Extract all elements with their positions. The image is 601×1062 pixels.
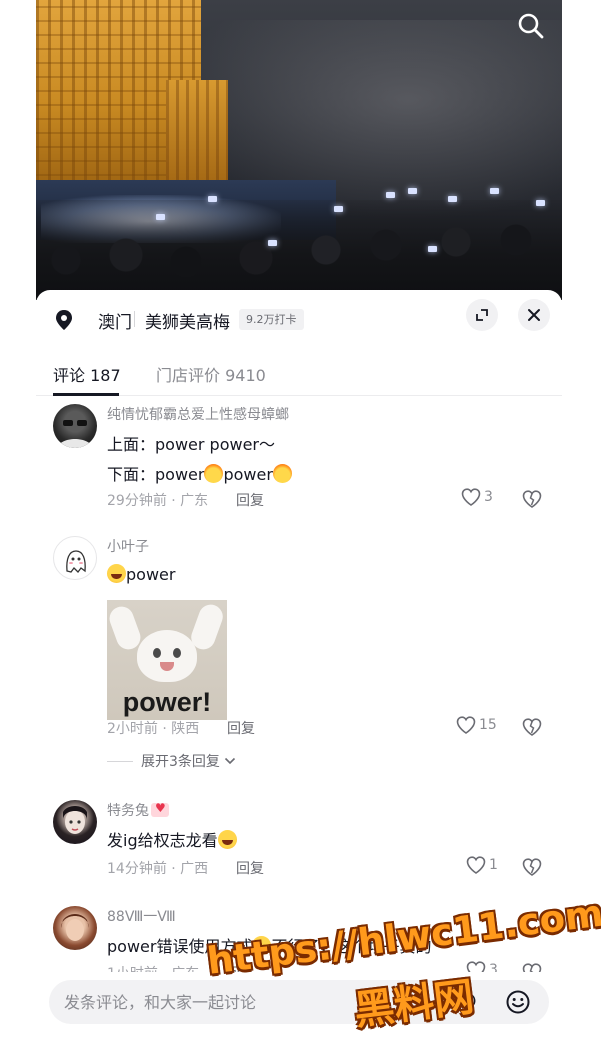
heart-icon [466, 856, 486, 874]
dislike-icon[interactable] [522, 857, 542, 877]
video-phone-light [334, 206, 343, 212]
reply-button[interactable]: 回复 [227, 718, 255, 738]
comment-username[interactable]: 88Ⅷ一Ⅷ [107, 906, 176, 926]
comment-text-line: 下面：power power [107, 461, 292, 485]
avatar[interactable] [53, 800, 97, 844]
video-phone-light [208, 196, 217, 202]
at-icon[interactable]: @ [455, 989, 477, 1014]
sticker-cat-head [137, 630, 197, 682]
location-city: 澳门 [98, 313, 132, 333]
reply-button[interactable]: 回复 [236, 858, 264, 878]
dislike-icon[interactable] [522, 489, 542, 509]
location-divider [134, 311, 135, 327]
comment-text-line: 上面：power power～ [107, 435, 275, 454]
expand-replies-button[interactable]: 展开3条回复 [107, 751, 236, 771]
like-count: 15 [479, 717, 497, 733]
comment-text-fragment: 不行了，这个场子真的 [271, 937, 432, 956]
laugh-cry-emoji [107, 564, 126, 583]
video-crowd [36, 200, 562, 300]
comment-input-container[interactable]: @ [49, 980, 549, 1024]
expand-button[interactable] [466, 299, 498, 331]
heart-emoji [151, 801, 169, 817]
close-button[interactable] [518, 299, 550, 331]
comment-item: 小叶子 power power! 2小时前 · 陕西 回复 15 展开3条回复 [36, 534, 562, 779]
video-phone-light [536, 200, 545, 206]
avatar[interactable] [53, 404, 97, 448]
search-icon[interactable] [516, 11, 546, 41]
sticker-cat-eye [153, 648, 161, 658]
emoji-icon[interactable] [505, 989, 531, 1015]
avatar[interactable] [53, 536, 97, 580]
like-count: 1 [489, 857, 498, 873]
video-phone-light [490, 188, 499, 194]
fire-emoji [204, 464, 224, 483]
expand-divider [107, 760, 133, 762]
avatar[interactable] [53, 906, 97, 950]
reply-button[interactable]: 回复 [236, 490, 264, 510]
comment-meta: 2小时前 · 陕西 [107, 721, 200, 737]
like-button[interactable]: 1 [466, 856, 498, 874]
comment-text-fragment: 发ig给权志龙看 [107, 831, 218, 850]
video-phone-light [268, 240, 277, 246]
video-preview[interactable] [36, 0, 562, 300]
panel-tabs: 评论 187 门店评价 9410 [36, 348, 562, 396]
comment-text-line: power错误使用方式 不行了，这个场子真的 [107, 933, 431, 957]
location-pin-icon [56, 310, 72, 330]
comment-meta: 14分钟前 · 广西 [107, 861, 209, 877]
comment-username[interactable]: 纯情忧郁霸总爱上性感母蟑螂 [107, 404, 289, 424]
dislike-icon[interactable] [522, 717, 542, 737]
expand-replies-label: 展开3条回复 [141, 754, 220, 770]
like-button[interactable]: 3 [461, 488, 493, 506]
comment-text-fragment: 下面：power [107, 465, 205, 484]
video-phone-light [156, 214, 165, 220]
sticker-image[interactable]: power! [107, 600, 227, 720]
sticker-caption: power! [122, 687, 212, 717]
shy-emoji [252, 936, 272, 955]
like-button[interactable]: 15 [456, 716, 497, 734]
comment-username[interactable]: 特务兔 [107, 800, 169, 820]
video-building-annex [166, 80, 228, 180]
tab-comments[interactable]: 评论 187 [53, 362, 121, 386]
comment-username-text: 特务兔 [107, 803, 149, 819]
comment-input[interactable] [64, 980, 434, 1024]
close-icon [528, 309, 540, 321]
comment-panel: 澳门 美狮美高梅 9.2万打卡 评论 187 门店评价 9410 纯情忧郁霸总爱… [36, 290, 562, 1062]
video-phone-light [408, 188, 417, 194]
location-place-name[interactable]: 美狮美高梅 [145, 308, 230, 333]
tab-store-reviews[interactable]: 门店评价 9410 [156, 362, 266, 386]
like-count: 3 [484, 489, 493, 505]
chevron-down-icon [224, 757, 235, 765]
comment-text-line: 发ig给权志龙看 [107, 827, 237, 851]
laugh-cry-emoji [217, 830, 237, 849]
heart-icon [461, 488, 481, 506]
comment-text-fragment: power [223, 465, 273, 484]
comment-username[interactable]: 小叶子 [107, 536, 149, 556]
fire-emoji [272, 464, 292, 483]
tab-active-indicator [53, 393, 119, 396]
video-phone-light [428, 246, 437, 252]
sticker-cat-eye [173, 648, 181, 658]
avatar-image [66, 550, 86, 573]
comment-text-line: power [107, 564, 175, 584]
comment-item: 纯情忧郁霸总爱上性感母蟑螂 上面：power power～ 下面：power po… [36, 402, 562, 522]
comment-meta: 29分钟前 · 广东 [107, 493, 209, 509]
comment-text-fragment: power错误使用方式 [107, 937, 253, 956]
video-phone-light [448, 196, 457, 202]
comment-item: 特务兔 发ig给权志龙看 14分钟前 · 广西 回复 1 [36, 798, 562, 898]
heart-icon [456, 716, 476, 734]
checkin-count-badge: 9.2万打卡 [239, 309, 304, 330]
avatar-image [61, 914, 89, 941]
video-phone-light [386, 192, 395, 198]
expand-icon [476, 309, 488, 321]
comment-input-bar: @ [36, 972, 562, 1062]
comment-text-fragment: power [126, 565, 176, 584]
avatar-image [63, 806, 87, 834]
avatar-image [57, 420, 93, 448]
location-bar[interactable]: 澳门 美狮美高梅 9.2万打卡 [36, 290, 562, 348]
